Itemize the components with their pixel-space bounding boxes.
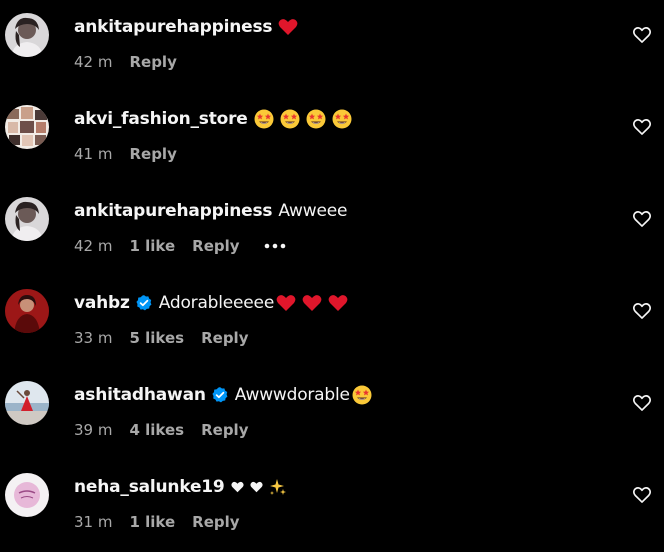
red-portrait-avatar[interactable] (5, 289, 49, 333)
star-struck-emoji-icon (332, 109, 352, 129)
comment-content: ashitadhawan Awwwdorable (74, 383, 378, 407)
heart-outline-icon[interactable] (632, 301, 652, 321)
heart-emoji-icon (302, 294, 322, 312)
emoji-group (254, 109, 358, 129)
reply-button[interactable]: Reply (201, 329, 248, 347)
reply-button[interactable]: Reply (192, 237, 239, 255)
heart-emoji-icon (328, 294, 348, 312)
emoji-group (230, 478, 293, 496)
comment-text: Awwwdorable (234, 385, 350, 405)
comment-content: vahbz Adorableeeee (74, 291, 354, 315)
username-link[interactable]: vahbz (74, 293, 130, 313)
comment-content: akvi_fashion_store (74, 107, 358, 131)
username-link[interactable]: neha_salunke19 (74, 477, 225, 497)
verified-badge-icon (211, 386, 229, 404)
comment-content: neha_salunke19 (74, 475, 293, 499)
comment-timestamp: 31 m (74, 513, 113, 531)
verified-badge-icon (135, 294, 153, 312)
like-count-link[interactable]: 4 likes (129, 421, 184, 439)
star-struck-emoji-icon (254, 109, 274, 129)
comment-timestamp: 39 m (74, 421, 113, 439)
reply-button[interactable]: Reply (201, 421, 248, 439)
emoji-group (278, 18, 304, 36)
comment-item: ashitadhawan Awwwdorable 39 m 4 likes Reply (0, 368, 664, 460)
star-struck-emoji-icon (280, 109, 300, 129)
emoji-group (352, 385, 378, 405)
heart-outline-icon[interactable] (632, 485, 652, 505)
comment-meta: 39 m 4 likes Reply (74, 419, 248, 441)
comment-item: ankitapurehappiness 42 m Reply (0, 0, 664, 92)
like-count-link[interactable]: 1 like (129, 513, 175, 531)
comment-content: ankitapurehappiness (74, 15, 304, 39)
comment-item: ankitapurehappiness Awweee 42 m 1 like Reply (0, 184, 664, 276)
username-link[interactable]: ankitapurehappiness (74, 201, 273, 221)
heart-emoji-icon (276, 294, 296, 312)
comment-timestamp: 42 m (74, 237, 113, 255)
comment-item: akvi_fashion_store 41 m Reply (0, 92, 664, 184)
sparkles-emoji-icon (269, 478, 287, 496)
more-options-icon[interactable] (264, 243, 286, 249)
username-link[interactable]: ankitapurehappiness (74, 17, 273, 37)
reply-button[interactable]: Reply (192, 513, 239, 531)
seaside-avatar[interactable] (5, 381, 49, 425)
comment-item: vahbz Adorableeeee 33 m 5 likes Reply (0, 276, 664, 368)
collage-avatar[interactable] (5, 105, 49, 149)
heart-outline-icon[interactable] (632, 209, 652, 229)
woman-portrait-avatar[interactable] (5, 197, 49, 241)
comment-timestamp: 33 m (74, 329, 113, 347)
heart-emoji-icon (278, 18, 298, 36)
comment-content: ankitapurehappiness Awweee (74, 199, 347, 223)
comment-timestamp: 42 m (74, 53, 113, 71)
username-link[interactable]: ashitadhawan (74, 385, 206, 405)
reply-button[interactable]: Reply (129, 145, 176, 163)
comment-meta: 42 m 1 like Reply (74, 235, 286, 257)
woman-portrait-avatar[interactable] (5, 13, 49, 57)
comment-meta: 31 m 1 like Reply (74, 511, 240, 533)
comment-text: Adorableeeee (158, 293, 275, 313)
username-link[interactable]: akvi_fashion_store (74, 109, 248, 129)
reply-button[interactable]: Reply (129, 53, 176, 71)
like-count-link[interactable]: 1 like (129, 237, 175, 255)
heart-outline-icon[interactable] (632, 117, 652, 137)
star-struck-emoji-icon (352, 385, 372, 405)
comment-item: neha_salunke19 31 m 1 like Reply (0, 460, 664, 552)
star-struck-emoji-icon (306, 109, 326, 129)
comment-meta: 42 m Reply (74, 51, 177, 73)
like-count-link[interactable]: 5 likes (129, 329, 184, 347)
heart-outline-icon[interactable] (632, 25, 652, 45)
emoji-group (276, 294, 354, 312)
white-heart-emoji-icon (249, 481, 263, 493)
comment-meta: 41 m Reply (74, 143, 177, 165)
pink-logo-avatar[interactable] (5, 473, 49, 517)
heart-outline-icon[interactable] (632, 393, 652, 413)
comment-text: Awweee (278, 201, 348, 221)
comment-meta: 33 m 5 likes Reply (74, 327, 248, 349)
comment-timestamp: 41 m (74, 145, 113, 163)
white-heart-emoji-icon (230, 481, 244, 493)
